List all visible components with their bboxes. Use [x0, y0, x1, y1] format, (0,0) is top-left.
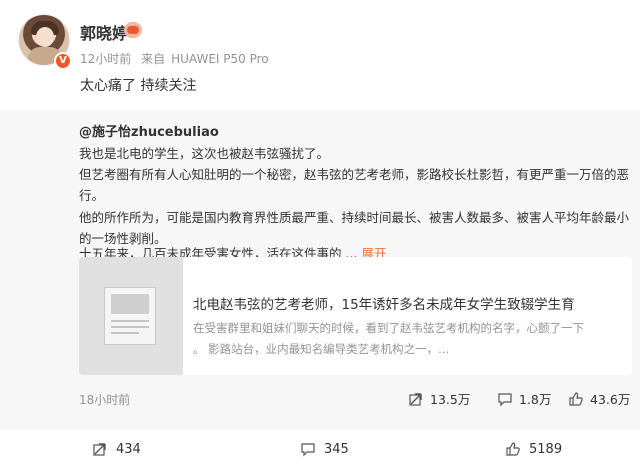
post-meta: 12小时前 来自 HUAWEI P50 Pro — [80, 50, 275, 67]
retweet-time[interactable]: 18小时前 — [79, 391, 130, 408]
retweet-line: 但艺考圈有所有人心知肚明的一个秘密，赵韦弦的艺考老师，影路校长杜影哲，有更严重一… — [79, 167, 630, 182]
repost-button[interactable]: 434 — [92, 441, 141, 457]
avatar[interactable]: V — [18, 14, 72, 70]
like-icon — [569, 391, 583, 406]
repost-count: 434 — [116, 441, 141, 457]
source-prefix: 来自 — [141, 52, 166, 66]
like-icon — [506, 442, 520, 456]
comment-icon — [498, 392, 512, 406]
like-count: 43.6万 — [590, 392, 631, 407]
retweet-line: 我也是北电的学生，这次也被赵韦弦骚扰了。 — [79, 146, 330, 161]
document-icon — [104, 287, 156, 345]
username[interactable]: 郭晓婷 — [80, 20, 128, 44]
member-badge-icon[interactable] — [124, 22, 142, 38]
retweet-author[interactable]: @施子怡zhucebuliao — [79, 121, 219, 140]
article-title[interactable]: 北电赵韦弦的艺考老师，15年诱奸多名未成年女学生致辍学生育 — [193, 293, 575, 313]
source-device[interactable]: HUAWEI P50 Pro — [171, 52, 269, 66]
like-count: 5189 — [529, 441, 563, 457]
post-text: 太心痛了 持续关注 — [80, 78, 197, 94]
repost-icon — [409, 392, 422, 406]
retweet-comment-button[interactable]: 1.8万 — [497, 389, 551, 408]
retweet-like-button[interactable]: 43.6万 — [568, 389, 630, 408]
article-thumbnail — [79, 257, 183, 375]
post-time[interactable]: 12小时前 — [80, 52, 131, 66]
comment-button[interactable]: 345 — [300, 441, 349, 457]
article-desc: 。 影路站台，业内最知名编导类艺考机构之一，... — [193, 342, 450, 356]
retweet-line: 他的所作所为，可能是国内教育界性质最严重、持续时间最长、被害人数最多、被害人平均… — [79, 210, 630, 225]
comment-icon — [301, 443, 315, 457]
like-button[interactable]: 5189 — [505, 441, 562, 457]
comment-count: 345 — [324, 441, 349, 457]
verified-badge-icon: V — [54, 52, 72, 70]
comment-count: 1.8万 — [519, 392, 552, 407]
retweet-repost-button[interactable]: 13.5万 — [408, 389, 470, 408]
article-desc: 在受害群里和姐妹们聊天的时候，看到了赵韦弦艺考机构的名字，心颤了一下 — [193, 321, 584, 335]
retweet-line: 行。 — [79, 188, 105, 203]
article-card[interactable]: 北电赵韦弦的艺考老师，15年诱奸多名未成年女学生致辍学生育 在受害群里和姐妹们聊… — [79, 257, 632, 375]
repost-count: 13.5万 — [430, 392, 471, 407]
repost-icon — [93, 443, 106, 456]
